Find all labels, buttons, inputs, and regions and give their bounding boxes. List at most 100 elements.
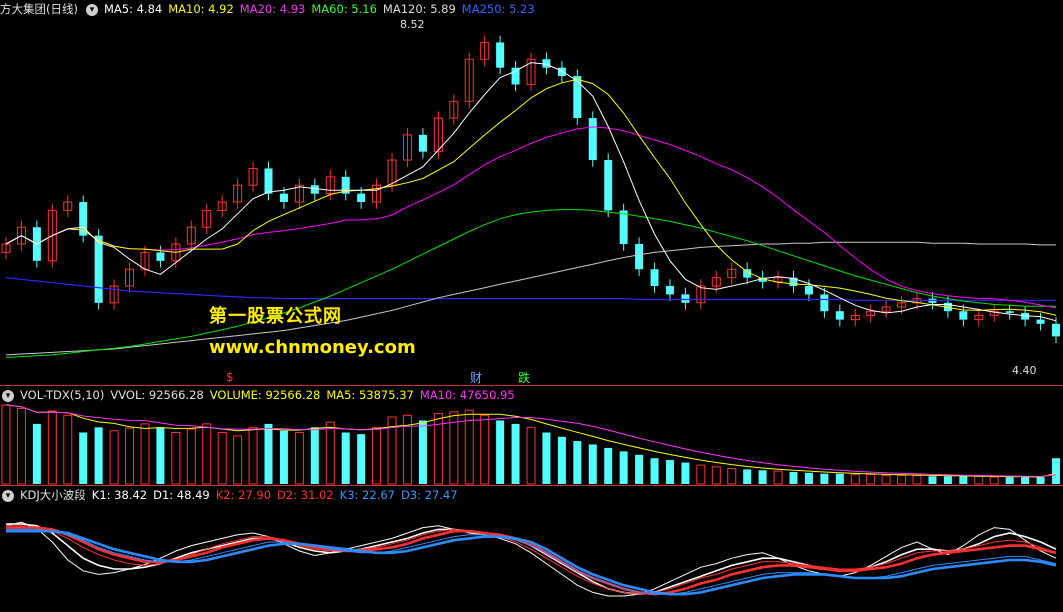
- volume-bar: [727, 468, 737, 485]
- vvol-label: VVOL: 92566.28: [110, 388, 204, 402]
- volume-bar: [866, 474, 876, 485]
- candle-body: [1036, 319, 1045, 324]
- volume-bar: [619, 451, 628, 484]
- volume-bar: [588, 444, 597, 484]
- ma250-line: [5, 277, 1056, 301]
- candle-body: [1052, 323, 1060, 337]
- volume-bar: [1, 404, 11, 485]
- chart-canvas: 8.52 4.40: [1, 18, 1060, 597]
- ma5-label: MA5: 4.84: [103, 2, 163, 16]
- candle-body: [511, 67, 520, 85]
- candle-body: [835, 311, 844, 320]
- volume-bar: [1005, 477, 1014, 484]
- volume-bar: [310, 427, 319, 484]
- volume-bar: [63, 414, 73, 485]
- volume-bar: [325, 421, 335, 485]
- volume-bar: [140, 423, 150, 485]
- price-annotation: 8.52: [400, 18, 425, 31]
- volume-bar: [696, 464, 706, 485]
- ma20-label: MA20: 4.93: [239, 2, 306, 16]
- price-header: 方大集团(日线) ▾ MA5: 4.84 MA10: 4.92 MA20: 4.93 MA…: [0, 0, 541, 18]
- price-panel: 8.52 4.40: [1, 18, 1060, 377]
- volume-bar: [989, 476, 999, 485]
- candle-body: [1005, 311, 1014, 313]
- chevron-down-icon[interactable]: ▾: [85, 3, 98, 16]
- volume-bar: [1052, 458, 1060, 484]
- kdj-title: KDJ大小波段: [20, 488, 86, 502]
- volume-bar: [125, 427, 135, 485]
- volume-bar: [850, 474, 860, 485]
- candle-body: [820, 294, 829, 312]
- k1-label: K1: 38.42: [91, 488, 148, 502]
- ma120-label: MA120: 5.89: [382, 2, 456, 16]
- volume-label: VOLUME: 92566.28: [209, 388, 321, 402]
- candle-body: [619, 210, 628, 245]
- volume-bar: [79, 432, 88, 484]
- volume-bar: [248, 426, 258, 485]
- candle-body: [557, 67, 566, 77]
- watermark-url: www.chnmoney.com: [209, 337, 416, 358]
- ma20-line: [5, 126, 1057, 309]
- volume-panel: [1, 404, 1060, 485]
- volume-bar: [294, 431, 304, 485]
- candle-body: [264, 168, 273, 194]
- volume-bar: [635, 454, 644, 484]
- ma5-line: [5, 62, 1057, 322]
- volume-bar: [186, 428, 196, 485]
- volume-bar: [804, 472, 813, 484]
- volume-bar: [217, 431, 227, 485]
- chevron-down-icon[interactable]: ▾: [2, 489, 14, 502]
- k3-label: K3: 22.67: [339, 488, 395, 502]
- volume-bar: [650, 458, 659, 484]
- candle-body: [156, 252, 165, 261]
- die-marker: 跌: [518, 371, 531, 385]
- volume-bar: [357, 434, 366, 484]
- volume-bar: [928, 476, 937, 484]
- kdj-k3-line: [6, 528, 1057, 595]
- volume-bar: [912, 474, 922, 485]
- volume-bar: [573, 441, 582, 484]
- volume-bar: [47, 410, 57, 485]
- candle-body: [279, 193, 288, 203]
- volume-header: ▾ VOL-TDX(5,10) VVOL: 92566.28 VOLUME: 9256…: [0, 386, 521, 404]
- candle-body: [310, 185, 319, 194]
- candle-body: [357, 193, 366, 203]
- volume-bar: [1021, 477, 1030, 484]
- candle-body: [588, 118, 597, 161]
- candle-body: [604, 160, 613, 211]
- volume-bar: [773, 470, 783, 485]
- volume-bar: [94, 427, 103, 484]
- candle-body: [650, 269, 659, 287]
- candle-body: [418, 134, 427, 152]
- volume-bar: [202, 423, 212, 485]
- volume-bar: [789, 471, 798, 484]
- volume-bar: [897, 474, 907, 485]
- volume-bar: [156, 427, 165, 484]
- ma60-line: [5, 209, 1056, 358]
- k2-label: K2: 27.90: [215, 488, 272, 502]
- price-annotation: 4.40: [1012, 364, 1037, 377]
- chart-title: 方大集团(日线): [0, 2, 78, 16]
- chevron-down-icon[interactable]: ▾: [2, 389, 14, 402]
- volume-bar: [372, 426, 382, 485]
- d2-label: D2: 31.02: [277, 488, 334, 502]
- candle-body: [635, 244, 644, 270]
- d3-label: D3: 27.47: [400, 488, 458, 502]
- volume-bar: [943, 476, 952, 484]
- volume-bar: [974, 475, 984, 485]
- volume-bar: [743, 469, 752, 484]
- volume-bar: [820, 473, 829, 484]
- volume-bar: [758, 470, 767, 484]
- volume-bar: [835, 473, 844, 484]
- volume-bar: [341, 432, 350, 484]
- volume-bar: [665, 459, 674, 484]
- candle-body: [681, 294, 690, 303]
- ma10-label: MA10: 4.92: [168, 2, 234, 16]
- volume-bar: [109, 430, 119, 485]
- volume-bar: [542, 432, 551, 484]
- volume-bar: [171, 431, 181, 485]
- watermark-title: 第一股票公式网: [209, 306, 342, 327]
- kdj-panel: [5, 521, 1057, 597]
- candle-body: [804, 286, 813, 295]
- ma250-label: MA250: 5.23: [461, 2, 535, 16]
